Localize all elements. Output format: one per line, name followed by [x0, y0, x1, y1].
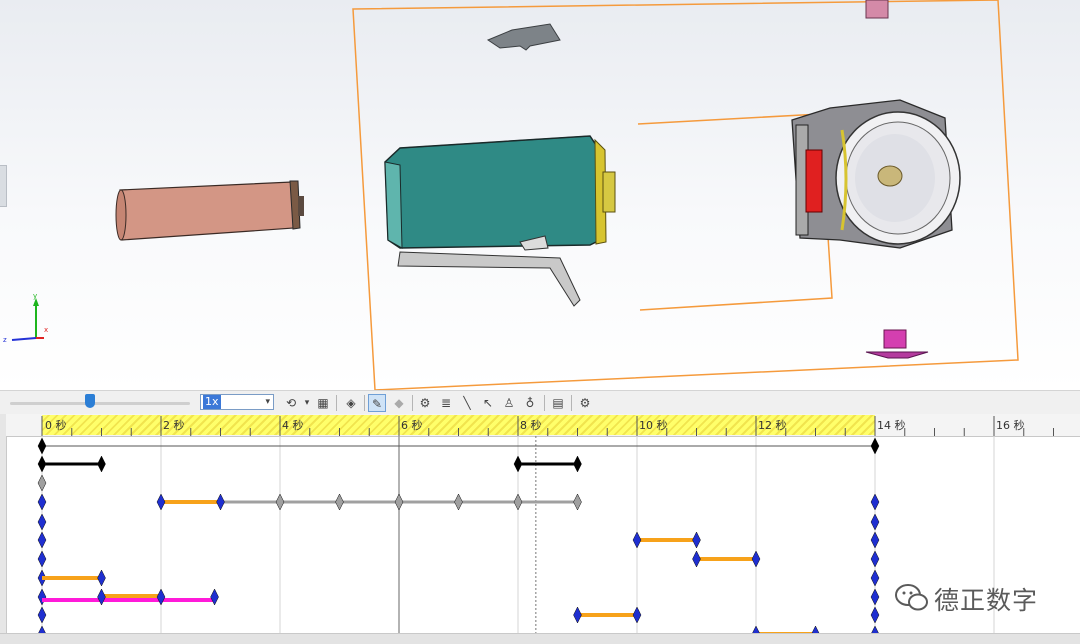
keyframe-marker — [870, 550, 880, 568]
keyframe-marker — [37, 606, 47, 624]
playback-speed-value: 1x — [203, 395, 221, 409]
keyframe-marker — [870, 513, 880, 531]
keyframe-marker — [37, 550, 47, 568]
valve-assembly-part — [791, 99, 961, 249]
keyframe-marker — [870, 606, 880, 624]
keyframe-marker — [37, 588, 47, 606]
keyframe-marker — [573, 606, 582, 624]
toolbar-divider — [412, 395, 413, 411]
watermark-text: 德正数字 — [934, 586, 1039, 615]
keyframe-marker — [97, 455, 106, 473]
keyframe-marker — [335, 493, 344, 511]
wechat-icon — [895, 584, 928, 611]
keyframe-marker — [37, 493, 47, 511]
keyframe-marker — [751, 550, 761, 568]
keyframe-marker — [632, 531, 642, 549]
contact-icon[interactable]: ♙ — [500, 394, 518, 412]
keyframe-marker — [394, 493, 404, 511]
keyframe-marker — [156, 588, 166, 606]
keyframe-marker — [513, 455, 523, 473]
force-icon[interactable]: ↖ — [479, 394, 497, 412]
keyframe-marker — [573, 455, 582, 473]
watermark: 德正数字 — [892, 578, 1072, 618]
motor-icon[interactable]: ⚙ — [416, 394, 434, 412]
keyframe-marker — [870, 437, 880, 455]
keyframe-marker — [156, 493, 166, 511]
zoom-slider-track[interactable] — [10, 402, 190, 405]
keyframe-marker — [870, 588, 880, 606]
keyframe-marker — [37, 455, 47, 473]
keyframe-marker — [870, 531, 880, 549]
triad-y-label: y — [33, 292, 37, 300]
toolbar-divider — [336, 395, 337, 411]
assembly-scene: y x z — [3, 0, 1019, 390]
axis-triad: y x z — [3, 292, 48, 344]
keyframe-marker — [692, 550, 701, 568]
keyframe-marker — [632, 606, 642, 624]
keyframe-marker — [454, 493, 463, 511]
triad-z-label: z — [3, 336, 7, 344]
save-animation-icon[interactable]: ▦ — [314, 394, 332, 412]
results-plot-icon[interactable]: ▤ — [549, 394, 567, 412]
keyframe-marker — [870, 569, 880, 587]
toolbar-divider — [544, 395, 545, 411]
add-key-icon[interactable]: ◆ — [390, 394, 408, 412]
keyframe-marker — [275, 493, 285, 511]
keyframe-marker — [513, 493, 523, 511]
panel-collapse-handle[interactable] — [0, 165, 7, 207]
toolbar-divider — [571, 395, 572, 411]
damper-icon[interactable]: ╲ — [458, 394, 476, 412]
graphics-viewport[interactable]: y x z — [0, 0, 1080, 390]
teal-housing-part — [384, 135, 616, 307]
keyframe-marker — [216, 493, 225, 511]
study-properties-icon[interactable]: ⚙ — [576, 394, 594, 412]
keyframe-marker — [870, 493, 880, 511]
keyframe-marker — [37, 513, 47, 531]
motion-toolbar: 1x ▾ ⟲ ▾ ▦ ◈ ✎ ◆ ⚙ ≣ ╲ ↖ ♙ ♁ ▤ ⚙ — [0, 390, 1080, 415]
autokey-icon[interactable]: ✎ — [368, 394, 386, 412]
keyframe-marker — [37, 437, 47, 455]
keyframe-marker — [37, 531, 47, 549]
keyframe-marker — [573, 493, 582, 511]
keyframe-marker — [97, 569, 106, 587]
keyframe-marker — [37, 474, 47, 492]
spring-icon[interactable]: ≣ — [437, 394, 455, 412]
toolbar-divider — [364, 395, 365, 411]
playback-speed-select[interactable]: 1x ▾ — [200, 394, 274, 410]
animation-wizard-icon[interactable]: ◈ — [342, 394, 360, 412]
gray-cap-part — [486, 23, 561, 51]
triad-x-label: x — [44, 326, 48, 334]
magenta-pin-part — [865, 329, 929, 359]
gravity-icon[interactable]: ♁ — [521, 394, 539, 412]
keyframe-marker — [97, 588, 106, 606]
pink-block-top — [865, 0, 889, 19]
chevron-down-icon: ▾ — [265, 397, 270, 407]
zoom-slider-thumb[interactable] — [85, 394, 95, 408]
keyframe-marker — [692, 531, 701, 549]
horizontal-scrollbar[interactable] — [0, 633, 1080, 644]
keyframe-marker — [210, 588, 219, 606]
copper-cylinder-part — [115, 180, 304, 241]
